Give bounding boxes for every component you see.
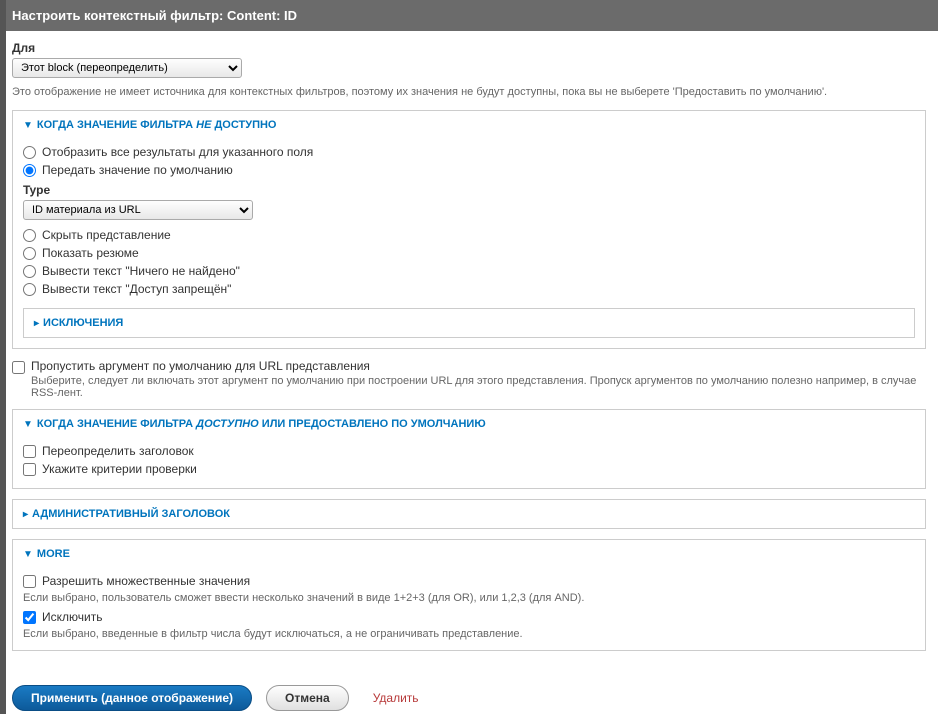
radio-hide-label: Скрыть представление bbox=[42, 228, 171, 242]
exclude-help: Если выбрано, введенные в фильтр числа б… bbox=[23, 628, 915, 640]
radio-not-found-input[interactable] bbox=[23, 265, 36, 278]
radio-forbidden-input[interactable] bbox=[23, 283, 36, 296]
radio-summary-input[interactable] bbox=[23, 247, 36, 260]
chevron-down-icon: ▼ bbox=[23, 419, 33, 430]
section-available-body: Переопределить заголовок Укажите критери… bbox=[13, 438, 925, 488]
delete-link[interactable]: Удалить bbox=[373, 691, 419, 705]
exclude-row[interactable]: Исключить bbox=[23, 608, 915, 626]
section-admin-header[interactable]: ▸ АДМИНИСТРАТИВНЫЙ ЗАГОЛОВОК bbox=[13, 500, 925, 528]
validation-checkbox[interactable] bbox=[23, 463, 36, 476]
radio-forbidden-label: Вывести текст "Доступ запрещён" bbox=[42, 282, 231, 296]
multiple-help: Если выбрано, пользователь сможет ввести… bbox=[23, 592, 915, 604]
radio-forbidden[interactable]: Вывести текст "Доступ запрещён" bbox=[23, 280, 915, 298]
section-available-header[interactable]: ▼ КОГДА ЗНАЧЕНИЕ ФИЛЬТРА ДОСТУПНО ИЛИ ПР… bbox=[13, 410, 925, 438]
validation-label: Укажите критерии проверки bbox=[42, 462, 197, 476]
section-more-title: MORE bbox=[37, 548, 70, 560]
apply-button[interactable]: Применить (данное отображение) bbox=[12, 685, 252, 711]
multiple-label: Разрешить множественные значения bbox=[42, 574, 250, 588]
skip-argument-checkbox[interactable] bbox=[12, 361, 25, 374]
type-select[interactable]: ID материала из URL bbox=[23, 200, 253, 220]
skip-argument-help: Выберите, следует ли включать этот аргум… bbox=[31, 375, 926, 399]
section-not-available-body: Отобразить все результаты для указанного… bbox=[13, 139, 925, 348]
info-text: Это отображение не имеет источника для к… bbox=[12, 86, 926, 98]
radio-hide-input[interactable] bbox=[23, 229, 36, 242]
radio-default-label: Передать значение по умолчанию bbox=[42, 163, 233, 177]
for-field: Для Этот block (переопределить) bbox=[12, 41, 926, 78]
radio-not-found-label: Вывести текст "Ничего не найдено" bbox=[42, 264, 240, 278]
multiple-row[interactable]: Разрешить множественные значения bbox=[23, 572, 915, 590]
chevron-right-icon: ▸ bbox=[23, 509, 28, 520]
dialog-title: Настроить контекстный фильтр: Content: I… bbox=[0, 0, 938, 31]
radio-not-found[interactable]: Вывести текст "Ничего не найдено" bbox=[23, 262, 915, 280]
skip-argument-content: Пропустить аргумент по умолчанию для URL… bbox=[31, 359, 926, 399]
section-available-title: КОГДА ЗНАЧЕНИЕ ФИЛЬТРА ДОСТУПНО ИЛИ ПРЕД… bbox=[37, 418, 486, 430]
exclude-checkbox[interactable] bbox=[23, 611, 36, 624]
type-field: Type ID материала из URL bbox=[23, 183, 915, 220]
dialog-body: Для Этот block (переопределить) Это отоб… bbox=[0, 31, 938, 671]
for-select[interactable]: Этот block (переопределить) bbox=[12, 58, 242, 78]
cancel-button[interactable]: Отмена bbox=[266, 685, 349, 711]
override-title-label: Переопределить заголовок bbox=[42, 444, 194, 458]
radio-default-input[interactable] bbox=[23, 164, 36, 177]
skip-argument-row: Пропустить аргумент по умолчанию для URL… bbox=[12, 359, 926, 399]
section-available: ▼ КОГДА ЗНАЧЕНИЕ ФИЛЬТРА ДОСТУПНО ИЛИ ПР… bbox=[12, 409, 926, 489]
exceptions-header[interactable]: ▸ ИСКЛЮЧЕНИЯ bbox=[24, 309, 914, 337]
radio-show-all-input[interactable] bbox=[23, 146, 36, 159]
radio-show-all[interactable]: Отобразить все результаты для указанного… bbox=[23, 143, 915, 161]
dialog-title-text: Настроить контекстный фильтр: Content: I… bbox=[12, 8, 297, 23]
radio-show-all-label: Отобразить все результаты для указанного… bbox=[42, 145, 313, 159]
type-label: Type bbox=[23, 183, 915, 197]
radio-summary[interactable]: Показать резюме bbox=[23, 244, 915, 262]
chevron-down-icon: ▼ bbox=[23, 549, 33, 560]
skip-argument-label: Пропустить аргумент по умолчанию для URL… bbox=[31, 359, 370, 373]
section-admin: ▸ АДМИНИСТРАТИВНЫЙ ЗАГОЛОВОК bbox=[12, 499, 926, 529]
for-label: Для bbox=[12, 41, 926, 55]
section-more: ▼ MORE Разрешить множественные значения … bbox=[12, 539, 926, 651]
section-more-header[interactable]: ▼ MORE bbox=[13, 540, 925, 568]
exceptions-fieldset: ▸ ИСКЛЮЧЕНИЯ bbox=[23, 308, 915, 338]
section-not-available: ▼ КОГДА ЗНАЧЕНИЕ ФИЛЬТРА НЕ ДОСТУПНО Ото… bbox=[12, 110, 926, 349]
chevron-right-icon: ▸ bbox=[34, 318, 39, 329]
dialog-actions: Применить (данное отображение) Отмена Уд… bbox=[0, 671, 938, 725]
validation-row[interactable]: Укажите критерии проверки bbox=[23, 460, 915, 478]
override-title-row[interactable]: Переопределить заголовок bbox=[23, 442, 915, 460]
chevron-down-icon: ▼ bbox=[23, 120, 33, 131]
exclude-label: Исключить bbox=[42, 610, 102, 624]
section-not-available-header[interactable]: ▼ КОГДА ЗНАЧЕНИЕ ФИЛЬТРА НЕ ДОСТУПНО bbox=[13, 111, 925, 139]
exceptions-title: ИСКЛЮЧЕНИЯ bbox=[43, 317, 123, 329]
radio-default[interactable]: Передать значение по умолчанию bbox=[23, 161, 915, 179]
section-admin-title: АДМИНИСТРАТИВНЫЙ ЗАГОЛОВОК bbox=[32, 508, 230, 520]
section-more-body: Разрешить множественные значения Если вы… bbox=[13, 568, 925, 650]
section-not-available-title: КОГДА ЗНАЧЕНИЕ ФИЛЬТРА НЕ ДОСТУПНО bbox=[37, 119, 277, 131]
radio-summary-label: Показать резюме bbox=[42, 246, 139, 260]
multiple-checkbox[interactable] bbox=[23, 575, 36, 588]
override-title-checkbox[interactable] bbox=[23, 445, 36, 458]
radio-hide[interactable]: Скрыть представление bbox=[23, 226, 915, 244]
